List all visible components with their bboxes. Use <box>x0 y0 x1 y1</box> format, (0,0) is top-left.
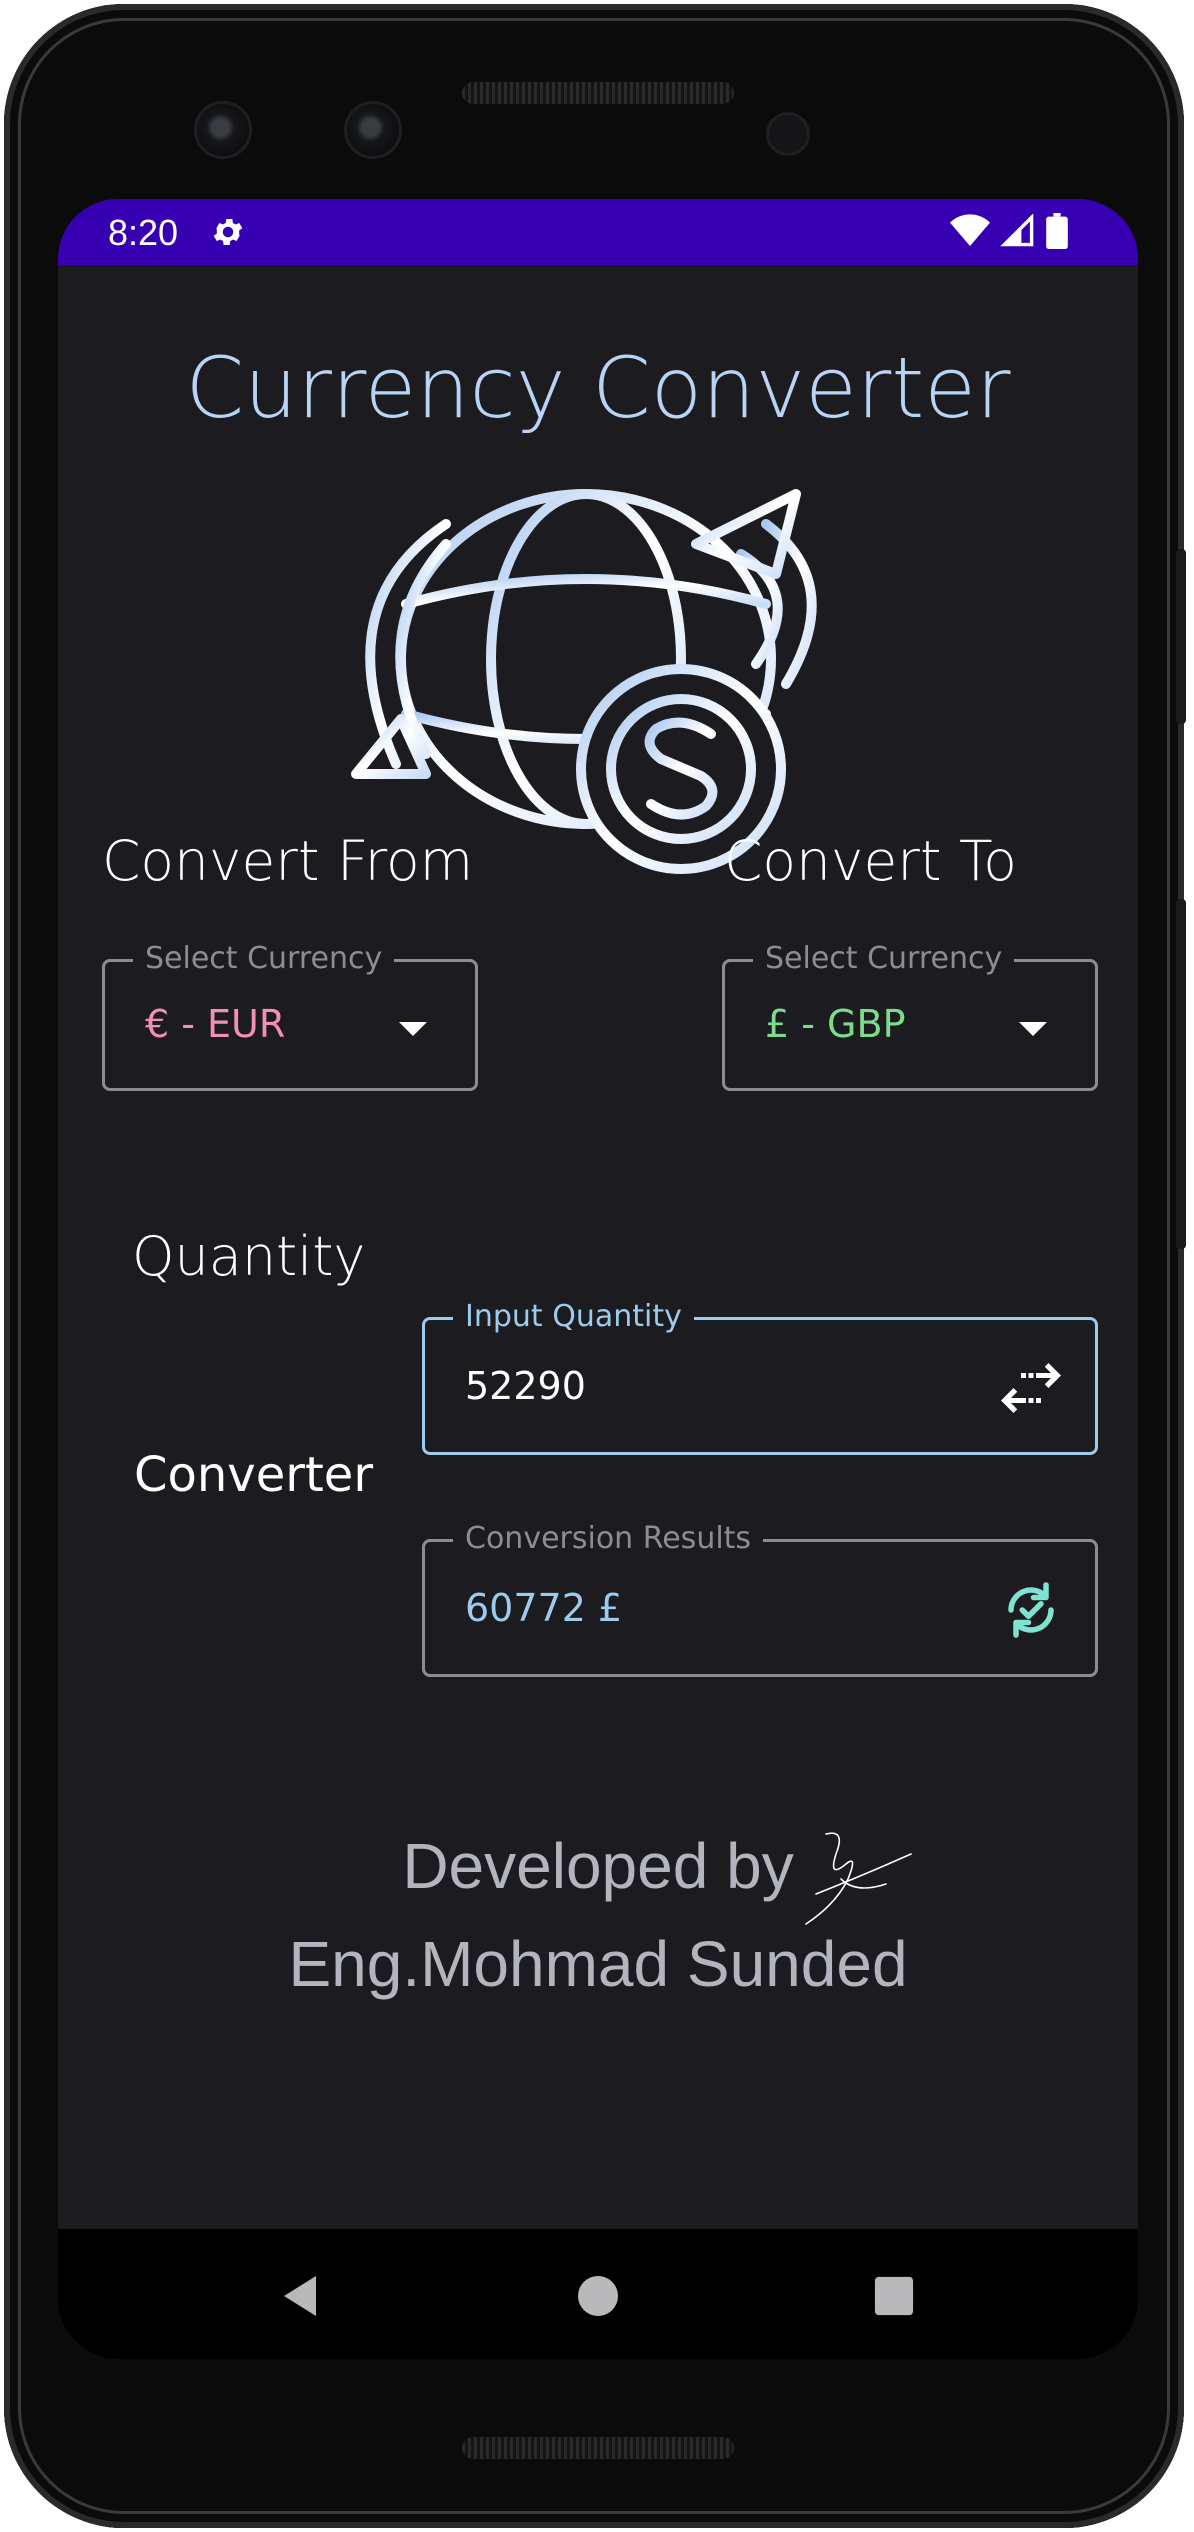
convert-from-label: Convert From <box>102 829 474 893</box>
power-button <box>1176 899 1186 1249</box>
quantity-field-label: Input Quantity <box>453 1300 694 1334</box>
front-camera <box>344 101 402 159</box>
refresh-check-icon[interactable] <box>1001 1580 1061 1640</box>
signature-icon <box>805 1832 912 1925</box>
app-screen: 8:20 Currency Converter Convert From Sel… <box>58 199 1138 2359</box>
quantity-input[interactable]: Input Quantity 52290 <box>422 1300 1098 1455</box>
status-icons <box>950 213 1068 249</box>
convert-from-dropdown[interactable]: Select Currency € - EUR <box>102 942 478 1091</box>
developer-name: Eng.Mohmad Sunded <box>288 1928 908 2000</box>
home-icon[interactable] <box>576 2274 620 2318</box>
wifi-icon <box>950 214 990 246</box>
conversion-result-field: Conversion Results 60772 £ <box>422 1522 1098 1677</box>
battery-icon <box>1046 213 1068 249</box>
front-camera <box>194 101 252 159</box>
settings-gear-icon <box>213 218 243 246</box>
quantity-value[interactable]: 52290 <box>465 1364 586 1408</box>
bottom-speaker <box>462 2437 734 2459</box>
conversion-result-field-label: Conversion Results <box>453 1522 764 1556</box>
navigation-bar <box>58 2229 1138 2359</box>
quantity-label: Quantity <box>132 1225 366 1288</box>
convert-to-field-label: Select Currency <box>753 942 1015 976</box>
earpiece-speaker <box>462 82 734 104</box>
status-bar: 8:20 <box>58 199 1138 265</box>
app-title: Currency Converter <box>185 339 1011 437</box>
convert-to-label: Convert To <box>724 829 1017 893</box>
swap-arrows-icon[interactable] <box>1001 1358 1061 1418</box>
convert-from-value: € - EUR <box>145 1002 286 1046</box>
phone-frame: 8:20 Currency Converter Convert From Sel… <box>4 4 1186 2528</box>
developed-by-text: Developed by <box>402 1830 794 1902</box>
proximity-sensor <box>766 112 810 156</box>
conversion-result-value: 60772 £ <box>465 1586 623 1630</box>
recents-icon[interactable] <box>873 2275 915 2317</box>
status-time: 8:20 <box>108 212 179 253</box>
volume-button <box>1176 549 1186 724</box>
back-icon[interactable] <box>280 2274 320 2318</box>
convert-to-value: £ - GBP <box>765 1002 906 1046</box>
convert-to-dropdown[interactable]: Select Currency £ - GBP <box>722 942 1098 1091</box>
converter-label: Converter <box>134 1447 374 1503</box>
chevron-down-icon[interactable] <box>399 1022 427 1036</box>
cell-signal-icon <box>1000 214 1034 247</box>
convert-from-field-label: Select Currency <box>133 942 395 976</box>
chevron-down-icon[interactable] <box>1019 1022 1047 1036</box>
